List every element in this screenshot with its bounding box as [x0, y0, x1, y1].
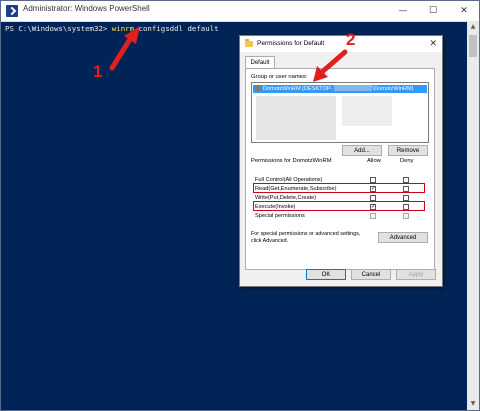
- minimize-button[interactable]: —: [388, 1, 418, 21]
- users-list[interactable]: DomotzWinRM (DESKTOP- \DomotzWinRM): [251, 82, 429, 143]
- dialog-close-button[interactable]: ✕: [429, 38, 437, 49]
- permissions-dialog: Permissions for Default ✕ Default Group …: [239, 35, 443, 287]
- highlight-read-box: [253, 183, 425, 193]
- permissions-for-label: Permissions for DomotzWinRM: [251, 158, 332, 164]
- redacted-block: [333, 85, 372, 91]
- folder-icon: [245, 39, 253, 47]
- scroll-thumb[interactable]: [469, 35, 477, 57]
- ok-button[interactable]: OK: [306, 269, 346, 280]
- user-name-suffix: \DomotzWinRM): [372, 86, 414, 92]
- dialog-title: Permissions for Default: [257, 40, 325, 47]
- add-button[interactable]: Add...: [342, 145, 382, 156]
- command-name: winrm: [111, 24, 135, 33]
- highlight-execute-box: [253, 201, 425, 211]
- permissions-header: Permissions for DomotzWinRM Allow Deny: [251, 157, 429, 165]
- annotation-step-2: 2: [346, 30, 356, 49]
- help-text: For special permissions or advanced sett…: [251, 231, 361, 244]
- permissions-list: Full Control(All Operations) Read(Get,En…: [251, 165, 429, 229]
- deny-checkbox: [403, 213, 409, 219]
- annotation-step-1: 1: [93, 62, 103, 81]
- blurred-area: [342, 96, 392, 126]
- deny-header: Deny: [400, 158, 414, 164]
- list-item[interactable]: DomotzWinRM (DESKTOP- \DomotzWinRM): [253, 85, 427, 93]
- close-button[interactable]: ✕: [449, 1, 479, 21]
- vertical-scrollbar[interactable]: ▲ ▼: [467, 21, 479, 410]
- user-group-icon: [255, 85, 261, 91]
- command-args: configsddl default: [134, 24, 219, 33]
- scroll-down-icon[interactable]: ▼: [467, 398, 479, 410]
- group-label: Group or user names:: [251, 74, 308, 80]
- powershell-icon: [6, 5, 18, 17]
- allow-checkbox: [370, 213, 376, 219]
- scroll-up-icon[interactable]: ▲: [467, 21, 479, 33]
- prompt-text: PS C:\Windows\system32>: [5, 24, 112, 33]
- dialog-titlebar[interactable]: Permissions for Default ✕: [240, 36, 442, 52]
- remove-button[interactable]: Remove: [388, 145, 428, 156]
- allow-header: Allow: [367, 158, 381, 164]
- cancel-button[interactable]: Cancel: [351, 269, 391, 280]
- advanced-button[interactable]: Advanced: [378, 232, 428, 243]
- window-title: Administrator: Windows PowerShell: [23, 4, 150, 13]
- powershell-titlebar[interactable]: Administrator: Windows PowerShell — ☐ ✕: [1, 1, 479, 22]
- table-row: Special permissions: [251, 212, 429, 221]
- user-name-prefix: DomotzWinRM (DESKTOP-: [263, 86, 333, 92]
- apply-button[interactable]: Apply: [396, 269, 436, 280]
- permission-name: Special permissions: [255, 213, 305, 219]
- maximize-button[interactable]: ☐: [418, 1, 448, 21]
- command-line: PS C:\Windows\system32> winrm configsddl…: [5, 24, 219, 33]
- blurred-area: [256, 96, 336, 140]
